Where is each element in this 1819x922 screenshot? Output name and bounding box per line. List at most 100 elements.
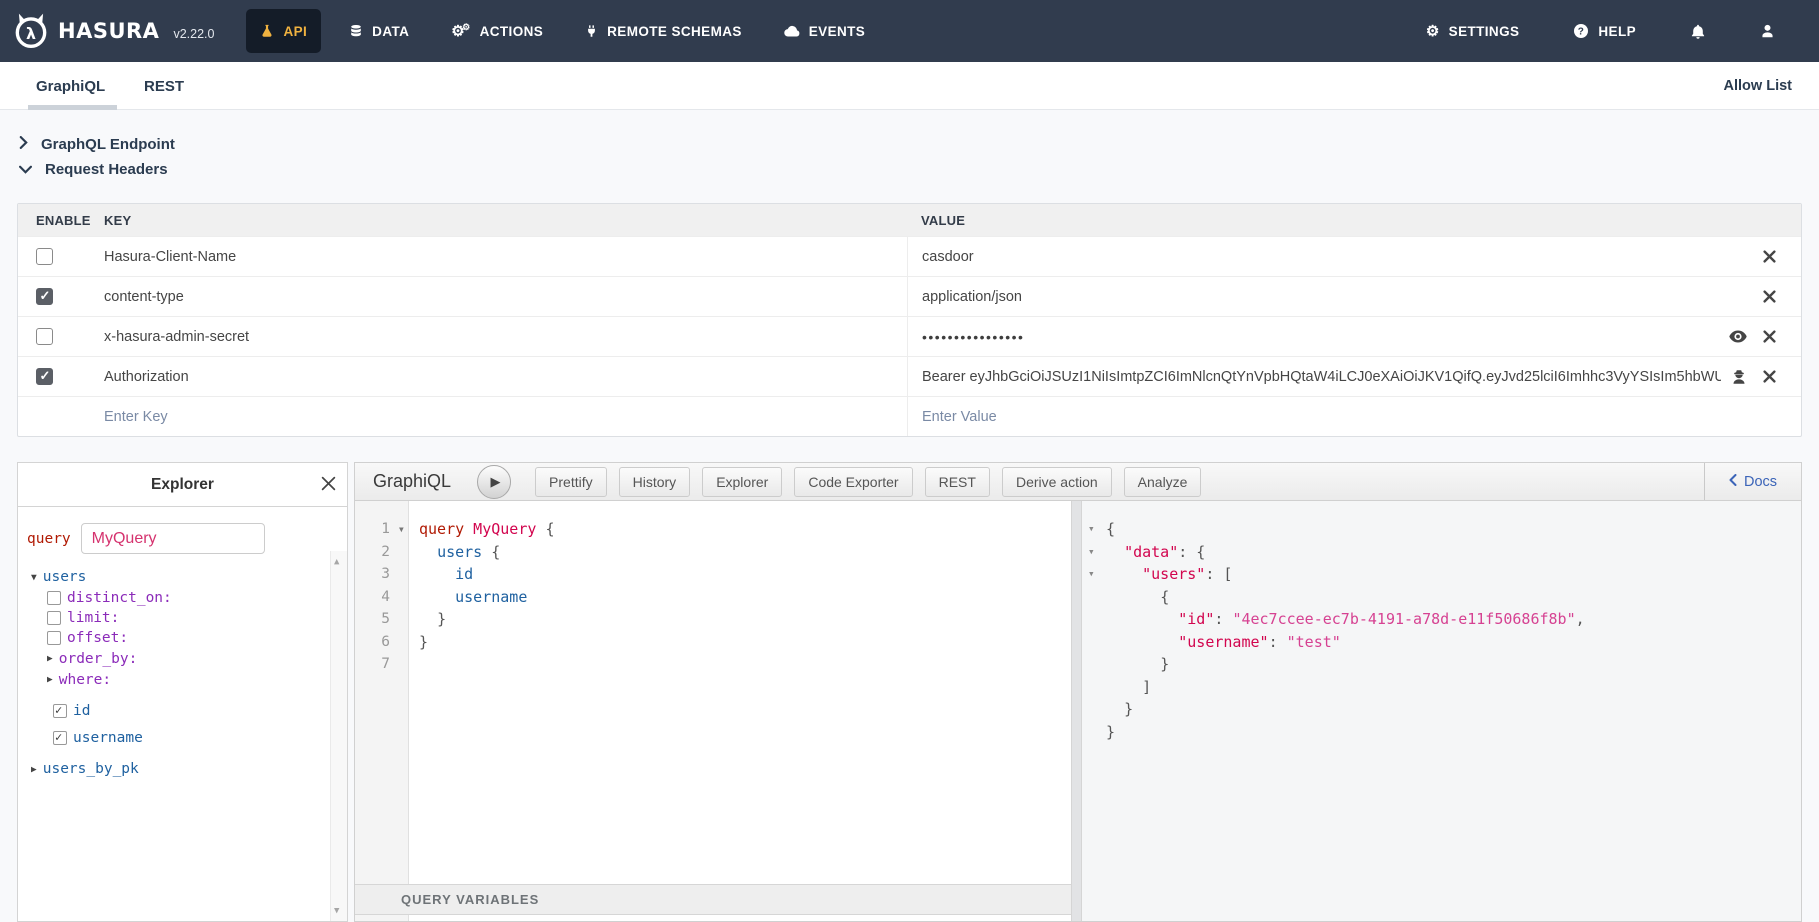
query-variables-label: QUERY VARIABLES	[401, 892, 539, 907]
code-line: }	[419, 631, 1071, 654]
explorer-header: Explorer	[18, 463, 347, 507]
new-header-value-input[interactable]	[922, 409, 1791, 425]
nav-item-help[interactable]: ? HELP	[1559, 9, 1650, 53]
hasura-logo-icon[interactable]: λ	[12, 11, 50, 51]
nav-item-label: API	[283, 24, 307, 39]
remove-header-button[interactable]	[1763, 370, 1776, 383]
nav-item-label: SETTINGS	[1449, 24, 1520, 39]
arg-checkbox[interactable]	[47, 591, 61, 605]
explorer-body: query users distinct_on: limit: offset: …	[18, 507, 347, 921]
docs-button[interactable]: Docs	[1704, 463, 1801, 500]
arg-checkbox[interactable]	[47, 631, 61, 645]
main-nav: API DATA ⚙⚙ ACTIONS REMOTE SCHEMAS EVENT…	[246, 0, 893, 62]
header-key-input[interactable]	[104, 249, 907, 265]
nav-item-remote-schemas[interactable]: REMOTE SCHEMAS	[571, 9, 756, 53]
gutter-line-number: 3	[355, 563, 408, 586]
svg-text:?: ?	[1578, 27, 1585, 38]
header-row-admin-secret	[18, 316, 1801, 356]
header-value-input[interactable]	[922, 249, 1753, 265]
question-circle-icon: ?	[1573, 23, 1589, 39]
explorer-arg-offset[interactable]: offset:	[27, 628, 325, 648]
remove-header-button[interactable]	[1763, 290, 1776, 303]
response-line: {	[1082, 586, 1801, 609]
arg-checkbox[interactable]	[47, 611, 61, 625]
header-value-input-masked[interactable]	[922, 329, 1719, 345]
api-tab-bar: GraphiQL REST Allow List	[0, 62, 1819, 110]
code-line: id	[419, 563, 1071, 586]
explorer-arg-distinct-on[interactable]: distinct_on:	[27, 588, 325, 608]
gutter-line-number: 6	[355, 631, 408, 654]
gutter-line-number[interactable]: 1	[355, 518, 408, 541]
remove-header-button[interactable]	[1763, 330, 1776, 343]
execute-query-button[interactable]	[477, 465, 511, 499]
nav-item-label: REMOTE SCHEMAS	[607, 24, 742, 39]
nav-item-events[interactable]: EVENTS	[770, 9, 879, 53]
gutter-line-number: 7	[355, 653, 408, 676]
tab-graphiql[interactable]: GraphiQL	[32, 62, 109, 110]
tab-rest[interactable]: REST	[140, 62, 188, 110]
cloud-icon	[784, 25, 800, 37]
analyze-button[interactable]: Analyze	[1124, 467, 1202, 497]
header-value-input[interactable]	[922, 369, 1721, 385]
nav-item-api[interactable]: API	[246, 9, 321, 53]
code-line: users {	[419, 541, 1071, 564]
response-line: "data": {	[1082, 541, 1801, 564]
nav-item-actions[interactable]: ⚙⚙ ACTIONS	[437, 9, 557, 53]
prettify-button[interactable]: Prettify	[535, 467, 607, 497]
enable-checkbox[interactable]	[36, 248, 53, 265]
explorer-button[interactable]: Explorer	[702, 467, 782, 497]
derive-action-button[interactable]: Derive action	[1002, 467, 1112, 497]
chevron-left-icon	[1729, 474, 1737, 490]
query-name-input[interactable]	[81, 523, 265, 554]
section-label: Request Headers	[45, 161, 168, 178]
explorer-field-users[interactable]: users	[27, 566, 325, 588]
enable-checkbox[interactable]	[36, 368, 53, 385]
brand-title: HASURA	[58, 19, 159, 43]
header-key-input[interactable]	[104, 329, 907, 345]
decode-jwt-icon[interactable]	[1731, 369, 1747, 385]
explorer-arg-limit[interactable]: limit:	[27, 608, 325, 628]
response-line: "users": [	[1082, 563, 1801, 586]
nav-item-label: EVENTS	[809, 24, 865, 39]
explorer-field-id[interactable]: id	[27, 698, 325, 724]
column-header-enable: ENABLE	[18, 213, 104, 228]
flask-icon	[260, 23, 274, 39]
field-checkbox[interactable]	[53, 704, 67, 718]
docs-label: Docs	[1744, 474, 1777, 490]
explorer-field-users-by-pk[interactable]: users_by_pk	[27, 758, 325, 780]
query-variables-bar[interactable]: QUERY VARIABLES	[355, 884, 1071, 915]
plug-icon	[585, 23, 598, 39]
header-value-input[interactable]	[922, 289, 1753, 305]
history-button[interactable]: History	[619, 467, 691, 497]
version-label: v2.22.0	[173, 27, 214, 41]
header-key-input[interactable]	[104, 369, 907, 385]
code-exporter-button[interactable]: Code Exporter	[794, 467, 912, 497]
nav-item-data[interactable]: DATA	[335, 9, 423, 53]
remove-header-button[interactable]	[1763, 250, 1776, 263]
graphql-endpoint-toggle[interactable]: GraphQL Endpoint	[19, 136, 175, 153]
query-editor[interactable]: 1 2 3 4 5 6 7 query MyQuery { users { id…	[355, 501, 1071, 921]
section-label: GraphQL Endpoint	[41, 136, 175, 153]
notifications-button[interactable]	[1676, 9, 1720, 53]
enable-checkbox[interactable]	[36, 328, 53, 345]
code-line: username	[419, 586, 1071, 609]
explorer-field-username[interactable]: username	[27, 724, 325, 752]
rest-button[interactable]: REST	[925, 467, 990, 497]
request-headers-toggle[interactable]: Request Headers	[19, 161, 168, 178]
table-header-row: ENABLE KEY VALUE	[18, 204, 1801, 236]
close-icon[interactable]	[321, 476, 336, 491]
graphiql-panel: GraphiQL Prettify History Explorer Code …	[354, 462, 1802, 922]
query-code[interactable]: query MyQuery { users { id username } }	[409, 501, 1071, 921]
explorer-arg-order-by[interactable]: order_by:	[27, 648, 325, 669]
explorer-arg-where[interactable]: where:	[27, 669, 325, 690]
header-key-input[interactable]	[104, 289, 907, 305]
nav-item-settings[interactable]: ⚙ SETTINGS	[1412, 9, 1534, 53]
user-menu-button[interactable]	[1746, 9, 1789, 53]
allow-list-link[interactable]: Allow List	[1724, 62, 1792, 110]
explorer-scrollbar[interactable]	[330, 551, 347, 921]
enable-checkbox[interactable]	[36, 288, 53, 305]
field-checkbox[interactable]	[53, 731, 67, 745]
reveal-value-eye-icon[interactable]	[1729, 330, 1747, 343]
editor-response-divider[interactable]	[1071, 501, 1082, 921]
new-header-key-input[interactable]	[104, 409, 907, 425]
